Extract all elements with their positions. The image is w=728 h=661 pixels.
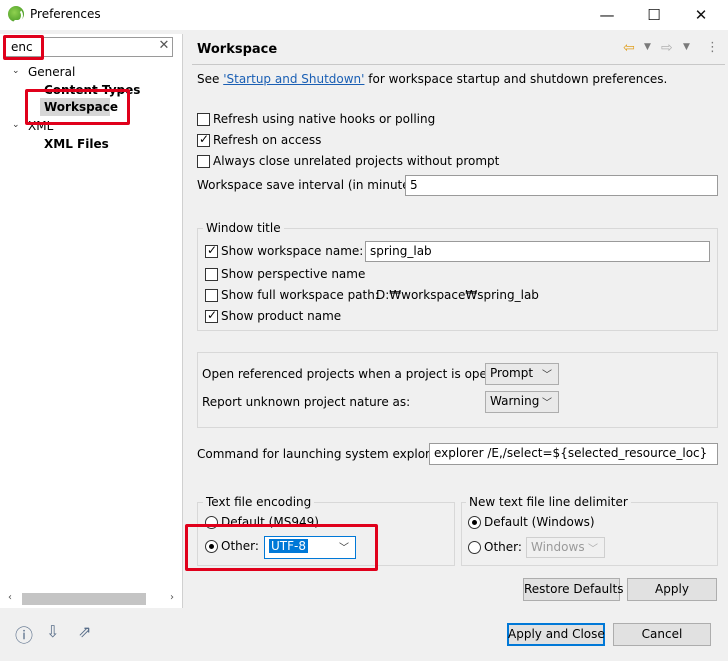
explorer-command-input[interactable]: explorer /E,/select=${selected_resource_… [429, 443, 718, 465]
delimiter-other-select[interactable]: Windows ﹀ [526, 537, 605, 558]
maximize-button[interactable]: ☐ [634, 0, 674, 30]
help-icon[interactable]: ⓘ [15, 622, 33, 648]
show-perspective-name-checkbox[interactable] [205, 268, 218, 281]
chevron-down-icon[interactable]: ▼ [683, 42, 690, 52]
startup-shutdown-link[interactable]: 'Startup and Shutdown' [223, 72, 364, 86]
minimize-button[interactable]: — [587, 0, 627, 30]
open-referenced-value: Prompt [490, 366, 534, 380]
encoding-highlight [185, 524, 378, 571]
project-options-group [197, 352, 718, 428]
refresh-native-hooks-label: Refresh using native hooks or polling [213, 112, 436, 126]
report-unknown-select[interactable]: Warning ﹀ [485, 391, 559, 413]
refresh-on-access-checkbox[interactable] [197, 132, 210, 147]
chevron-down-icon: ﹀ [588, 544, 598, 555]
workspace-highlight [25, 89, 130, 125]
spring-app-icon [8, 6, 24, 22]
close-button[interactable]: ✕ [681, 0, 721, 30]
header-separator [192, 64, 725, 65]
window-title-group-label: Window title [203, 221, 284, 235]
line-delimiter-group-label: New text file line delimiter [466, 495, 631, 509]
window-title: Preferences [30, 7, 101, 21]
show-perspective-name-label: Show perspective name [221, 267, 366, 281]
filter-highlight [3, 35, 44, 60]
full-path-value: D:₩workspace₩spring_lab [376, 288, 539, 302]
page-title: Workspace [197, 42, 278, 57]
delimiter-default-label: Default (Windows) [484, 515, 595, 529]
show-product-name-checkbox[interactable] [205, 308, 218, 323]
tree-item-xml-files[interactable]: XML Files [44, 137, 109, 151]
import-icon[interactable]: ⇩ [46, 622, 59, 641]
chevron-down-icon[interactable]: ⌄ [12, 120, 20, 130]
delimiter-other-label: Other: [484, 540, 522, 554]
apply-and-close-button[interactable]: Apply and Close [507, 623, 605, 646]
more-options-icon[interactable]: ⋮ [706, 40, 719, 55]
clear-filter-icon[interactable]: ✕ [157, 38, 171, 54]
workspace-name-input[interactable]: spring_lab [365, 241, 710, 262]
open-referenced-select[interactable]: Prompt ﹀ [485, 363, 559, 385]
show-product-name-label: Show product name [221, 309, 342, 323]
always-close-label: Always close unrelated projects without … [213, 154, 500, 168]
show-workspace-name-checkbox[interactable] [205, 243, 218, 258]
text-encoding-group-label: Text file encoding [203, 495, 315, 509]
show-workspace-name-label: Show workspace name: [221, 244, 364, 258]
report-unknown-value: Warning [490, 394, 540, 408]
explorer-command-label: Command for launching system explorer: [197, 447, 446, 461]
show-full-path-checkbox[interactable] [205, 289, 218, 302]
refresh-on-access-label: Refresh on access [213, 133, 322, 147]
show-full-path-label: Show full workspace path: [221, 288, 379, 302]
delimiter-default-radio[interactable] [468, 516, 481, 529]
forward-arrow-icon[interactable]: ⇨ [661, 40, 673, 56]
save-interval-input[interactable]: 5 [405, 175, 718, 196]
always-close-checkbox[interactable] [197, 155, 210, 168]
intro-text: See 'Startup and Shutdown' for workspace… [197, 72, 667, 86]
restore-defaults-button[interactable]: Restore Defaults [523, 578, 623, 601]
delimiter-other-radio[interactable] [468, 541, 481, 554]
chevron-down-icon[interactable]: ▼ [644, 42, 651, 52]
scroll-left-icon[interactable]: ‹ [8, 592, 12, 603]
chevron-down-icon: ﹀ [542, 370, 552, 381]
chevron-down-icon[interactable]: ⌄ [12, 66, 20, 76]
delimiter-other-value: Windows [531, 540, 585, 554]
intro-prefix: See [197, 72, 224, 86]
chevron-down-icon: ﹀ [542, 398, 552, 409]
tree-item-general[interactable]: General [28, 65, 75, 79]
intro-suffix: for workspace startup and shutdown prefe… [364, 72, 668, 86]
back-arrow-icon[interactable]: ⇦ [623, 40, 635, 56]
scroll-right-icon[interactable]: › [170, 592, 174, 603]
save-interval-label: Workspace save interval (in minutes): [197, 178, 425, 192]
report-unknown-label: Report unknown project nature as: [202, 395, 411, 409]
refresh-native-hooks-checkbox[interactable] [197, 113, 210, 126]
scrollbar-thumb[interactable] [22, 593, 146, 605]
apply-button[interactable]: Apply [627, 578, 717, 601]
open-referenced-label: Open referenced projects when a project … [202, 367, 514, 381]
export-icon[interactable]: ⇗ [78, 622, 91, 641]
cancel-button[interactable]: Cancel [613, 623, 711, 646]
